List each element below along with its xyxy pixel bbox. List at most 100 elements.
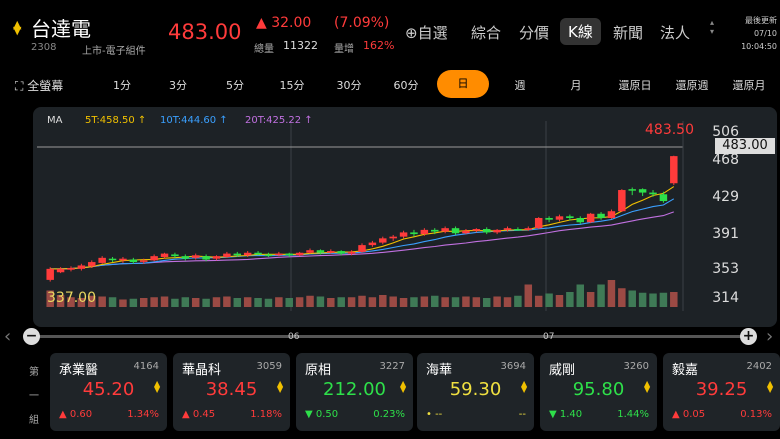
nav-overview[interactable]: 綜合: [471, 22, 501, 43]
tf-15min[interactable]: 15分: [272, 77, 312, 93]
nav-news[interactable]: 新聞: [613, 22, 643, 43]
candle-body: [358, 245, 366, 252]
scroll-right-icon[interactable]: ›: [766, 326, 773, 347]
peer-card[interactable]: 華晶科 3059 38.45 ▲ ▼ ▲ 0.45 1.18%: [173, 353, 290, 431]
ma-indicator-label[interactable]: MA: [47, 115, 62, 126]
candle-body: [56, 268, 65, 273]
candle-body: [628, 189, 636, 191]
tf-3min[interactable]: 3分: [158, 77, 198, 93]
peer-switch-icon[interactable]: ▲ ▼: [767, 380, 773, 394]
candle-body: [181, 256, 190, 259]
stock-name: 台達電: [31, 17, 91, 41]
volume-bar: [358, 295, 366, 307]
peer-switch-icon[interactable]: ▲ ▼: [521, 380, 527, 394]
candle-body: [607, 211, 616, 218]
candle-body: [482, 229, 491, 233]
peer-change-pct: 1.44%: [617, 409, 649, 420]
volume-bar: [337, 297, 345, 307]
peer-change-pct: 0.13%: [740, 409, 772, 420]
tf-1min[interactable]: 1分: [102, 77, 142, 93]
candle-body: [389, 236, 397, 239]
peer-change-pct: --: [518, 409, 526, 420]
tf-adjusted-week[interactable]: 還原週: [670, 77, 714, 93]
nav-price-distribution[interactable]: 分價: [519, 22, 549, 43]
peer-code: 4164: [133, 361, 159, 372]
fullscreen-button[interactable]: ⛶ 全螢幕: [15, 77, 63, 94]
candle-body: [233, 253, 242, 256]
tf-month[interactable]: 月: [556, 77, 596, 93]
peer-switch-icon[interactable]: ▲ ▼: [154, 380, 160, 394]
kline-chart[interactable]: [33, 107, 777, 327]
peer-switch-icon[interactable]: ▲ ▼: [400, 380, 406, 394]
zoom-in-button[interactable]: +: [740, 328, 757, 345]
peer-card[interactable]: 海華 3694 59.30 ▲ ▼ • -- --: [417, 353, 534, 431]
candle-body: [77, 265, 86, 269]
peer-name: 威剛: [549, 363, 576, 378]
candle-body: [243, 252, 252, 256]
candle-body: [472, 229, 481, 231]
ma5-line: [50, 186, 675, 270]
volume-bar: [347, 297, 356, 307]
y-tick-391: 391: [712, 226, 739, 242]
peer-name: 華晶科: [182, 363, 222, 378]
peer-card[interactable]: 原相 3227 212.00 ▲ ▼ ▼ 0.50 0.23%: [296, 353, 413, 431]
stock-price: 483.00: [168, 20, 242, 44]
peer-change-pct: 0.23%: [373, 409, 405, 420]
tf-week[interactable]: 週: [500, 77, 540, 93]
peer-change: ▼ 0.50: [305, 409, 339, 420]
switch-stock-icon[interactable]: ▲ ▼: [13, 19, 21, 36]
peer-code: 3059: [256, 361, 282, 372]
candle-body: [441, 228, 449, 232]
nav-institutional[interactable]: 法人: [660, 22, 690, 43]
nav-watchlist[interactable]: ⊕自選: [405, 22, 448, 43]
nav-kline[interactable]: K線: [560, 18, 601, 45]
tf-adjusted-month[interactable]: 還原月: [727, 77, 771, 93]
tf-adjusted-day[interactable]: 還原日: [613, 77, 657, 93]
chart-scrollbar[interactable]: ‹ − 06 07 + ›: [0, 326, 780, 348]
x-label-06: 06: [288, 332, 300, 342]
tf-60min[interactable]: 60分: [386, 77, 426, 93]
volume-ratio-label: 量增: [334, 44, 354, 55]
peer-code: 3260: [623, 361, 649, 372]
peer-card[interactable]: 毅嘉 2402 39.25 ▲ ▼ ▲ 0.05 0.13%: [663, 353, 780, 431]
tf-30min[interactable]: 30分: [329, 77, 369, 93]
candle-body: [586, 213, 595, 223]
zoom-out-button[interactable]: −: [23, 328, 40, 345]
volume-bar: [670, 292, 678, 307]
fullscreen-icon: ⛶: [15, 79, 28, 93]
candle-body: [98, 257, 106, 263]
volume-bar: [482, 298, 491, 307]
peer-code: 2402: [746, 361, 772, 372]
update-label: 最後更新: [745, 16, 777, 25]
volume-bar: [431, 295, 439, 307]
candle-body: [431, 229, 439, 232]
peer-card[interactable]: 威剛 3260 95.80 ▲ ▼ ▼ 1.40 1.44%: [540, 353, 657, 431]
peer-price: 38.45: [205, 379, 258, 400]
fullscreen-label: 全螢幕: [27, 79, 64, 93]
candle-body: [670, 156, 678, 184]
scroll-track[interactable]: [31, 335, 749, 338]
peer-card[interactable]: 承業醫 4164 45.20 ▲ ▼ ▲ 0.60 1.34%: [50, 353, 167, 431]
volume-bar: [108, 297, 117, 307]
volume-bar: [607, 280, 616, 307]
volume-bar: [420, 296, 429, 307]
kline-chart-panel[interactable]: MA 5T:458.50 ↑ 10T:444.60 ↑ 20T:425.22 ↑…: [33, 107, 777, 327]
more-icon[interactable]: ▴ ▾: [710, 18, 720, 36]
candle-body: [649, 192, 657, 195]
peer-name: 海華: [426, 363, 453, 378]
tf-day[interactable]: 日: [437, 70, 489, 98]
peer-change: ▼ 1.40: [549, 409, 583, 420]
volume-bar: [368, 297, 377, 307]
tf-5min[interactable]: 5分: [215, 77, 255, 93]
peer-price: 95.80: [572, 379, 625, 400]
y-tick-429: 429: [712, 189, 739, 205]
peer-switch-icon[interactable]: ▲ ▼: [644, 380, 650, 394]
scroll-left-icon[interactable]: ‹: [4, 326, 11, 347]
peer-switch-icon[interactable]: ▲ ▼: [277, 380, 283, 394]
volume-bar: [451, 297, 460, 307]
ma10-value: 10T:444.60: [160, 115, 217, 126]
candle-body: [223, 253, 231, 257]
ma5-label: 5T:458.50 ↑: [85, 115, 147, 126]
peer-change: • --: [426, 409, 443, 420]
candle-body: [160, 253, 169, 257]
